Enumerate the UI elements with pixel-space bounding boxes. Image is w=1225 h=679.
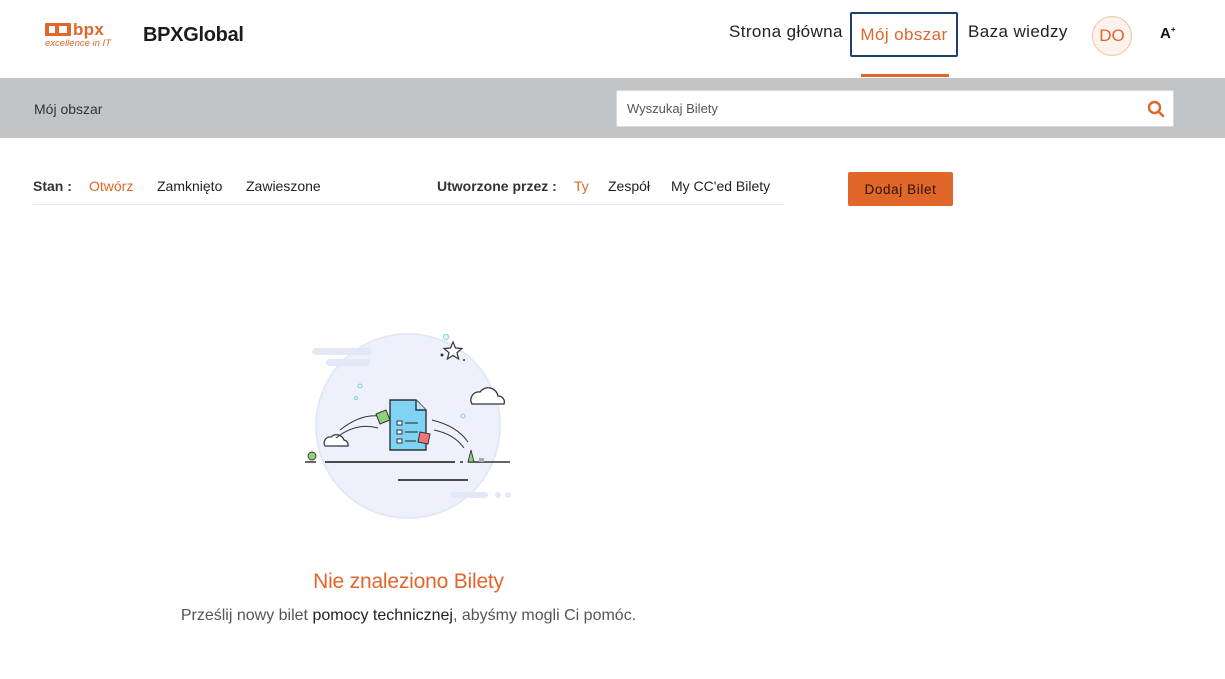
ticket-filters: Stan : Otwórz Zamknięto Zawieszone Utwor… <box>33 170 784 205</box>
page-title: Mój obszar <box>34 101 103 117</box>
user-avatar[interactable]: DO <box>1092 16 1132 56</box>
logo-tagline: excellence in IT <box>45 38 112 49</box>
nav-knowledge-base-link[interactable]: Baza wiedzy <box>968 22 1068 42</box>
sub-header-bar: Mój obszar <box>0 78 1225 138</box>
filter-cced-tickets[interactable]: My CC'ed Bilety <box>671 178 770 194</box>
bpx-logo-icon <box>45 23 71 36</box>
add-ticket-button[interactable]: Dodaj Bilet <box>848 172 953 206</box>
filter-created-by-team[interactable]: Zespół <box>608 178 650 194</box>
empty-tickets-illustration <box>305 333 511 519</box>
empty-state-text-start: Prześlij nowy bilet <box>180 607 313 624</box>
bpx-logo[interactable]: bpx excellence in IT <box>45 20 125 50</box>
filter-state-closed[interactable]: Zamknięto <box>157 178 222 194</box>
filter-state-suspended[interactable]: Zawieszone <box>246 178 321 194</box>
logo-wordmark: bpx <box>73 20 105 39</box>
empty-state-text-end: , abyśmy mogli Ci pomóc. <box>452 607 637 624</box>
font-size-toggle[interactable]: A+ <box>1160 25 1176 42</box>
helpdesk-link-text: pomocy technicznej <box>312 607 453 624</box>
brand-name: BPXGlobal <box>143 24 244 46</box>
filter-state-open[interactable]: Otwórz <box>89 178 133 194</box>
state-filter-label: Stan : <box>33 178 72 194</box>
ticket-search-box <box>616 90 1174 127</box>
active-nav-indicator <box>861 74 949 77</box>
filter-created-by-me[interactable]: Ty <box>574 178 589 194</box>
nav-home-link[interactable]: Strona główna <box>729 22 843 42</box>
search-input[interactable] <box>627 91 1127 126</box>
top-navigation-bar: bpx excellence in IT BPXGlobal Strona gł… <box>0 0 1225 78</box>
nav-my-area-link[interactable]: Mój obszar <box>850 12 958 57</box>
empty-state-title: Nie znaleziono Bilety <box>313 570 504 593</box>
font-toggle-plus: + <box>1170 25 1176 34</box>
created-by-filter-label: Utworzone przez : <box>437 178 557 194</box>
font-toggle-letter: A <box>1160 25 1171 42</box>
empty-state-message: Prześlij nowy bilet pomocy technicznej, … <box>0 607 817 625</box>
search-icon[interactable] <box>1147 100 1165 118</box>
